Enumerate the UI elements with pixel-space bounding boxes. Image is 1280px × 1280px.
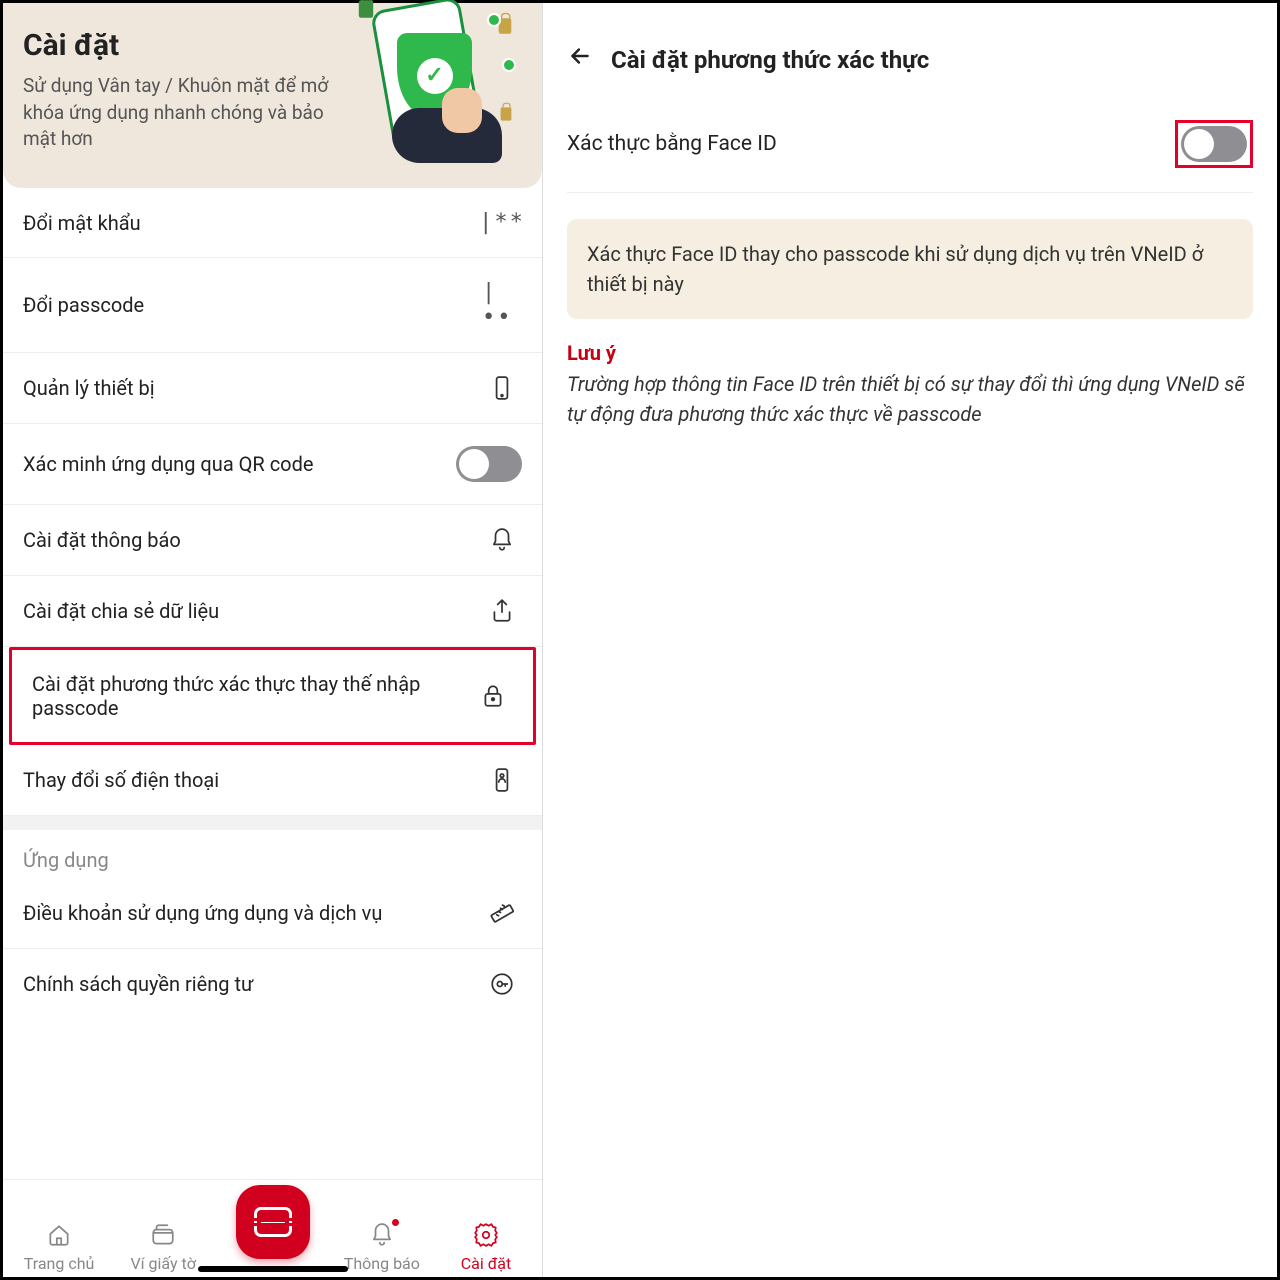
bell-icon [482, 527, 522, 553]
detail-header: Cài đặt phương thức xác thực [543, 3, 1277, 96]
row-label: Cài đặt thông báo [23, 528, 482, 552]
row-change-password[interactable]: Đổi mật khẩu |** [3, 188, 542, 258]
nav-label: Trang chủ [24, 1254, 95, 1273]
row-label: Đổi mật khẩu [23, 211, 482, 235]
row-label: Điều khoản sử dụng ứng dụng và dịch vụ [23, 901, 482, 925]
back-arrow-icon[interactable] [567, 43, 593, 76]
wallet-icon [148, 1220, 178, 1250]
gear-icon [471, 1220, 501, 1250]
nav-home[interactable]: Trang chủ [7, 1220, 111, 1273]
ruler-icon [482, 900, 522, 926]
row-label: Quản lý thiết bị [23, 376, 482, 400]
row-change-phone[interactable]: Thay đổi số điện thoại [3, 745, 542, 816]
qr-toggle[interactable] [456, 446, 522, 482]
key-icon [482, 971, 522, 997]
nav-settings[interactable]: Cài đặt [434, 1220, 538, 1273]
faceid-label: Xác thực bằng Face ID [567, 132, 777, 156]
row-label: Chính sách quyền riêng tư [23, 972, 482, 996]
row-label: Thay đổi số điện thoại [23, 768, 482, 792]
password-mask-icon: |** [482, 210, 522, 235]
row-label: Xác minh ứng dụng qua QR code [23, 452, 456, 476]
row-manage-devices[interactable]: Quản lý thiết bị [3, 353, 542, 424]
phone-icon [482, 375, 522, 401]
faceid-toggle[interactable] [1181, 126, 1247, 162]
faceid-info-box: Xác thực Face ID thay cho passcode khi s… [567, 219, 1253, 319]
home-icon [44, 1220, 74, 1250]
nav-notifications[interactable]: Thông báo [330, 1220, 434, 1273]
notification-dot-icon [390, 1217, 401, 1228]
bell-icon [367, 1220, 397, 1250]
security-illustration: ✓ [342, 0, 512, 163]
lock-icon [473, 683, 513, 709]
warning-title: Lưu ý [567, 341, 1253, 365]
passcode-mask-icon: |•• [482, 280, 522, 330]
page-subtitle: Sử dụng Vân tay / Khuôn mặt để mở khóa ứ… [23, 73, 343, 153]
highlight-faceid-toggle [1175, 120, 1253, 168]
row-change-passcode[interactable]: Đổi passcode |•• [3, 258, 542, 353]
nav-label: Ví giấy tờ [130, 1254, 196, 1273]
nav-label: Thông báo [344, 1254, 420, 1273]
row-verify-qr[interactable]: Xác minh ứng dụng qua QR code [3, 424, 542, 505]
share-icon [482, 598, 522, 624]
row-auth-method[interactable]: Cài đặt phương thức xác thực thay thế nh… [12, 650, 533, 742]
nav-label: Cài đặt [461, 1254, 511, 1273]
home-indicator [198, 1266, 348, 1272]
row-label: Đổi passcode [23, 293, 482, 317]
scan-icon [254, 1207, 292, 1237]
row-notification-settings[interactable]: Cài đặt thông báo [3, 505, 542, 576]
row-faceid-auth: Xác thực bằng Face ID [567, 96, 1253, 193]
section-app-label: Ứng dụng [3, 830, 542, 878]
row-share-data[interactable]: Cài đặt chia sẻ dữ liệu [3, 576, 542, 647]
row-privacy[interactable]: Chính sách quyền riêng tư [3, 949, 542, 1019]
warning-body: Trường hợp thông tin Face ID trên thiết … [567, 369, 1253, 429]
row-terms[interactable]: Điều khoản sử dụng ứng dụng và dịch vụ [3, 878, 542, 949]
row-label: Cài đặt chia sẻ dữ liệu [23, 599, 482, 623]
settings-header-card: Cài đặt Sử dụng Vân tay / Khuôn mặt để m… [3, 3, 542, 188]
bottom-nav: Trang chủ Ví giấy tờ Thông báo [3, 1179, 542, 1277]
highlight-auth-method: Cài đặt phương thức xác thực thay thế nh… [9, 647, 536, 745]
row-label: Cài đặt phương thức xác thực thay thế nh… [32, 672, 473, 720]
detail-title: Cài đặt phương thức xác thực [611, 46, 929, 74]
nav-scan[interactable] [215, 1185, 330, 1273]
phone-number-icon [482, 767, 522, 793]
scan-button[interactable] [236, 1185, 310, 1259]
